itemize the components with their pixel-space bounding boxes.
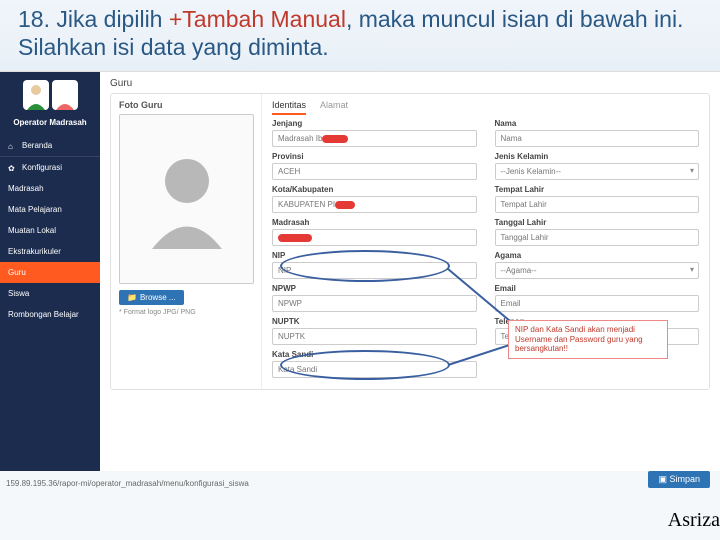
tab-identitas[interactable]: Identitas: [272, 100, 306, 115]
sidebar-item-guru[interactable]: Guru: [0, 262, 100, 283]
madrasah-input[interactable]: [272, 229, 477, 246]
nuptk-label: NUPTK: [272, 317, 477, 326]
kabupaten-label: Kota/Kabupaten: [272, 185, 477, 194]
format-hint: * Format logo JPG/ PNG: [119, 309, 253, 316]
folder-icon: 📁: [127, 293, 137, 302]
email-label: Email: [495, 284, 700, 293]
kabupaten-input[interactable]: KABUPATEN PI: [272, 196, 477, 213]
sidebar-item-mulok[interactable]: Muatan Lokal: [0, 220, 100, 241]
main-content: Guru Foto Guru 📁Browse ... * Format logo…: [100, 72, 720, 471]
tempatlahir-label: Tempat Lahir: [495, 185, 700, 194]
nama-input[interactable]: Nama: [495, 130, 700, 147]
sidebar-avatar: [0, 72, 100, 118]
npwp-label: NPWP: [272, 284, 477, 293]
nip-label: NIP: [272, 251, 477, 260]
tempatlahir-input[interactable]: Tempat Lahir: [495, 196, 700, 213]
instruction-text: 18. Jika dipilih +Tambah Manual, maka mu…: [0, 0, 720, 71]
jenjang-label: Jenjang: [272, 119, 477, 128]
breadcrumb: Guru: [110, 78, 710, 89]
sidebar-item-mapel[interactable]: Mata Pelajaran: [0, 199, 100, 220]
email-input[interactable]: Email: [495, 295, 700, 312]
app-window: Operator Madrasah ⌂Beranda ✿Konfigurasi …: [0, 71, 720, 471]
nuptk-input[interactable]: NUPTK: [272, 328, 477, 345]
photo-label: Foto Guru: [119, 100, 253, 110]
left-fields: Jenjang Madrasah Ib Provinsi ACEH Kota/Kab…: [272, 119, 477, 383]
sidebar-item-konfigurasi[interactable]: ✿Konfigurasi: [0, 157, 100, 178]
tgllahir-input[interactable]: Tanggal Lahir: [495, 229, 700, 246]
sidebar-item-madrasah[interactable]: Madrasah: [0, 178, 100, 199]
form-tabs: Identitas Alamat: [272, 100, 699, 115]
tgllahir-label: Tanggal Lahir: [495, 218, 700, 227]
jenjang-input[interactable]: Madrasah Ib: [272, 130, 477, 147]
sidebar-role: Operator Madrasah: [0, 118, 100, 135]
katasandi-input[interactable]: Kata Sandi: [272, 361, 477, 378]
sidebar: Operator Madrasah ⌂Beranda ✿Konfigurasi …: [0, 72, 100, 471]
save-button[interactable]: ▣ Simpan: [648, 471, 710, 488]
sidebar-item-siswa[interactable]: Siswa: [0, 283, 100, 304]
katasandi-label: Kata Sandi: [272, 350, 477, 359]
provinsi-input[interactable]: ACEH: [272, 163, 477, 180]
browse-button[interactable]: 📁Browse ...: [119, 290, 184, 305]
sidebar-item-beranda[interactable]: ⌂Beranda: [0, 135, 100, 157]
jk-select[interactable]: --Jenis Kelamin--: [495, 163, 700, 180]
photo-column: Foto Guru 📁Browse ... * Format logo JPG/…: [111, 94, 261, 389]
jk-label: Jenis Kelamin: [495, 152, 700, 161]
nip-input[interactable]: NIP: [272, 262, 477, 279]
author-name: Asriza: [668, 509, 720, 532]
footer-url: 159.89.195.36/rapor-mi/operator_madrasah…: [6, 479, 249, 488]
sidebar-item-ekskul[interactable]: Ekstrakurikuler: [0, 241, 100, 262]
npwp-input[interactable]: NPWP: [272, 295, 477, 312]
avatar-placeholder: [119, 114, 254, 284]
agama-select[interactable]: --Agama--: [495, 262, 700, 279]
home-icon: ⌂: [8, 142, 16, 150]
agama-label: Agama: [495, 251, 700, 260]
tab-alamat[interactable]: Alamat: [320, 100, 348, 115]
annotation-note: NIP dan Kata Sandi akan menjadi Username…: [508, 320, 668, 359]
sidebar-item-rombel[interactable]: Rombongan Belajar: [0, 304, 100, 325]
gear-icon: ✿: [8, 164, 16, 172]
nama-label: Nama: [495, 119, 700, 128]
madrasah-label: Madrasah: [272, 218, 477, 227]
provinsi-label: Provinsi: [272, 152, 477, 161]
